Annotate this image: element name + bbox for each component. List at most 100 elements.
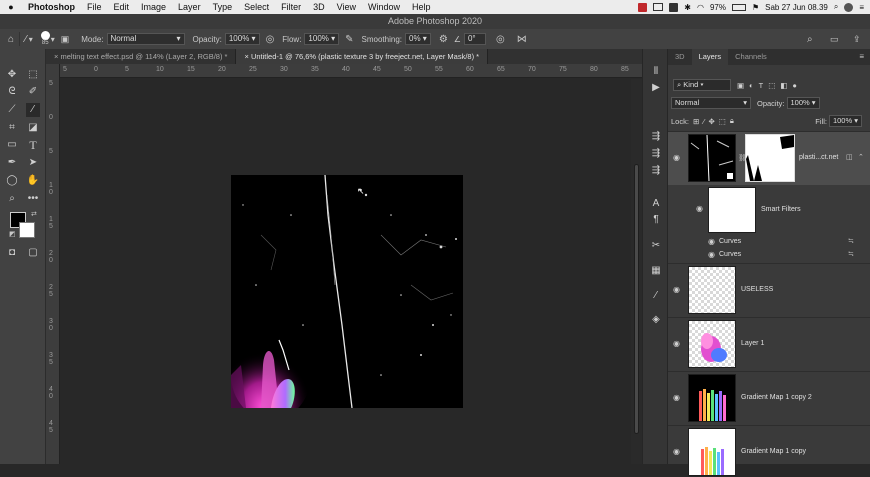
type-tool-icon[interactable]: T xyxy=(26,138,40,152)
scrollbar-thumb[interactable] xyxy=(634,164,639,434)
filter-curves-row[interactable]: ◉ Curves ≒ xyxy=(668,235,870,248)
menu-help[interactable]: Help xyxy=(406,0,437,14)
pressure-size-icon[interactable]: ◎ xyxy=(496,34,505,45)
document-canvas[interactable] xyxy=(231,175,463,408)
quick-selection-tool-icon[interactable]: ✐ xyxy=(26,85,40,99)
tab-layers[interactable]: Layers xyxy=(691,49,729,65)
menu-edit[interactable]: Edit xyxy=(108,0,136,14)
panel-menu-icon[interactable]: ≡ xyxy=(859,49,870,65)
blending-options-icon[interactable]: ≒ xyxy=(848,250,854,258)
collapse-effects-icon[interactable]: ⌃ xyxy=(858,153,864,161)
chevron-down-icon[interactable]: ▾ xyxy=(51,35,55,44)
mode-select[interactable]: Normal ▾ xyxy=(106,33,185,45)
filter-smart-object-icon[interactable]: ◧ xyxy=(780,81,787,90)
lock-all-icon[interactable]: 🔒︎ xyxy=(730,116,734,126)
layer-thumbnail[interactable] xyxy=(688,134,736,182)
visibility-eye-icon[interactable]: ◉ xyxy=(673,340,683,348)
tab-melting-text-effect[interactable]: × melting text effect.psd @ 114% (Layer … xyxy=(46,49,237,64)
filter-pixel-icon[interactable]: ▣ xyxy=(737,81,744,90)
default-colors-icon[interactable]: ◩ xyxy=(9,230,16,238)
properties-icon[interactable]: ⇶ xyxy=(649,147,663,161)
layer-row-useless[interactable]: ◉ USELESS xyxy=(668,263,870,315)
quick-mask-icon[interactable]: ◘ xyxy=(5,246,19,260)
tab-3d[interactable]: 3D xyxy=(668,49,692,65)
tool-preset-chevron-icon[interactable]: ▾ xyxy=(29,35,33,44)
tools-icon[interactable]: ✂ xyxy=(649,239,663,253)
gradient-tool-icon[interactable]: ▭ xyxy=(5,138,19,152)
workspace-icon[interactable]: ▭ xyxy=(830,34,839,45)
move-tool-icon[interactable]: ✥ xyxy=(5,68,19,82)
screen-mode-icon[interactable]: ▢ xyxy=(26,246,40,260)
airbrush-icon[interactable]: ✎ xyxy=(345,34,353,45)
layer-opacity-input[interactable]: 100% ▾ xyxy=(786,97,820,109)
control-center-icon[interactable]: ≡ xyxy=(859,3,864,12)
pen-tool-icon[interactable]: ✒ xyxy=(5,156,19,170)
visibility-eye-icon[interactable]: ◉ xyxy=(673,154,683,162)
lock-image-icon[interactable]: ⁄ xyxy=(703,117,704,126)
layer-name[interactable]: plasti...ct.net xyxy=(799,154,838,161)
layer-name[interactable]: Gradient Map 1 copy 2 xyxy=(741,394,812,401)
brush-preset-picker[interactable]: 85 xyxy=(40,31,50,47)
more-tools-icon[interactable]: ••• xyxy=(26,192,40,206)
lock-artboard-icon[interactable]: ⬚ xyxy=(719,117,726,126)
layer-thumbnail[interactable] xyxy=(688,428,736,476)
share-icon[interactable]: ⇪ xyxy=(853,34,861,45)
eraser-tool-icon[interactable]: ◪ xyxy=(26,121,40,135)
filter-curves-row[interactable]: ◉ Curves ≒ xyxy=(668,248,870,261)
blend-mode-select[interactable]: Normal ▾ xyxy=(671,97,751,109)
angle-input[interactable]: 0° xyxy=(463,33,486,45)
hand-tool-icon[interactable]: ✋ xyxy=(26,174,40,188)
layer-row-gradient-map-1-copy-2[interactable]: ◉ Gradient Map 1 copy 2 xyxy=(668,371,870,423)
layer-name[interactable]: Gradient Map 1 copy xyxy=(741,448,806,455)
menu-3d[interactable]: 3D xyxy=(307,0,331,14)
crop-tool-icon[interactable]: ⌗ xyxy=(5,121,19,135)
tab-channels[interactable]: Channels xyxy=(728,49,774,65)
flag-icon[interactable]: ⚑ xyxy=(752,3,759,12)
filter-shape-icon[interactable]: ⬚ xyxy=(768,81,775,90)
clock[interactable]: Sab 27 Jun 08.39 xyxy=(765,3,828,12)
fill-input[interactable]: 100% ▾ xyxy=(828,115,862,127)
smoothing-settings-gear-icon[interactable]: ⚙ xyxy=(439,34,448,45)
smart-filters-mask-thumbnail[interactable] xyxy=(708,187,756,233)
smoothing-input[interactable]: 0% ▾ xyxy=(405,33,431,45)
marquee-tool-icon[interactable]: ⬚ xyxy=(26,68,40,82)
menu-file[interactable]: File xyxy=(81,0,108,14)
libraries-icon[interactable]: ⇶ xyxy=(649,164,663,178)
zoom-tool-icon[interactable]: ⌕ xyxy=(5,192,19,206)
screen-icon[interactable] xyxy=(653,3,664,11)
filter-type-icon[interactable]: T xyxy=(759,81,764,90)
ai-icon[interactable] xyxy=(669,2,679,12)
record-icon[interactable] xyxy=(638,2,648,12)
actions-play-icon[interactable]: ▶ xyxy=(649,81,663,95)
vertical-scrollbar[interactable] xyxy=(631,79,642,464)
menu-type[interactable]: Type xyxy=(207,0,239,14)
menu-layer[interactable]: Layer xyxy=(172,0,207,14)
brush-tool-icon[interactable]: ⁄ xyxy=(26,103,40,117)
brushes-icon[interactable]: ⁄ xyxy=(649,289,663,303)
character-icon[interactable]: A xyxy=(649,197,663,211)
siri-icon[interactable] xyxy=(844,2,854,12)
layer-row-gradient-map-1-copy[interactable]: ◉ Gradient Map 1 copy xyxy=(668,425,870,477)
flow-input[interactable]: 100% ▾ xyxy=(304,33,340,45)
tab-untitled-1[interactable]: × Untitled-1 @ 76,6% (plastic texture 3 … xyxy=(236,49,489,64)
filter-adjustment-icon[interactable]: ◐ xyxy=(749,81,754,90)
menu-image[interactable]: Image xyxy=(135,0,172,14)
background-color-swatch[interactable] xyxy=(19,222,35,238)
opacity-input[interactable]: 100% ▾ xyxy=(224,33,260,45)
layer-thumbnail[interactable] xyxy=(688,374,736,422)
spotlight-search-icon[interactable]: ⌕ xyxy=(834,2,838,12)
layer-mask-thumbnail[interactable] xyxy=(745,134,795,182)
lock-position-icon[interactable]: ✥ xyxy=(709,117,715,126)
home-icon[interactable]: ⌂ xyxy=(8,34,14,45)
layer-row-layer-1[interactable]: ◉ Layer 1 xyxy=(668,317,870,369)
layer-thumbnail[interactable] xyxy=(688,266,736,314)
visibility-eye-icon[interactable]: ◉ xyxy=(673,448,683,456)
symmetry-butterfly-icon[interactable]: ⋈ xyxy=(517,34,527,45)
ellipse-tool-icon[interactable]: ◯ xyxy=(5,174,19,188)
layer-row-plastic-texture[interactable]: ◉ ⛓ plasti...ct.net ◫ ⌃ xyxy=(668,131,870,185)
visibility-eye-icon[interactable]: ◉ xyxy=(696,205,706,213)
menu-app-photoshop[interactable]: Photoshop xyxy=(22,0,81,14)
path-selection-tool-icon[interactable]: ➤ xyxy=(26,156,40,170)
visibility-eye-icon[interactable]: ◉ xyxy=(673,286,683,294)
clone-source-icon[interactable]: ◈ xyxy=(649,313,663,327)
